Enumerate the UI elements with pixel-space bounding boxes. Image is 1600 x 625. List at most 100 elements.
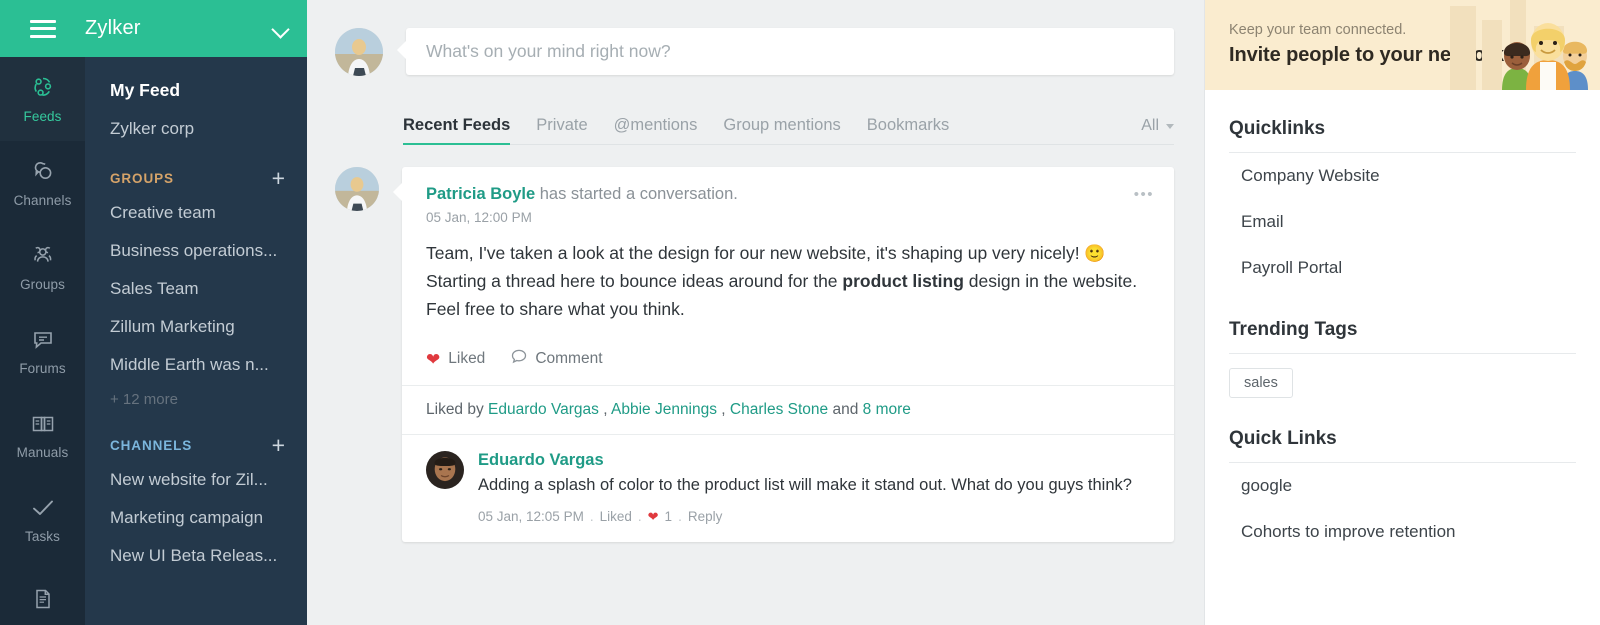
workspace-header: Zylker (85, 0, 307, 57)
post-header: Patricia Boyle has started a conversatio… (426, 185, 1150, 204)
like-button[interactable]: ❤ Liked (426, 350, 485, 368)
like-label: Liked (448, 350, 485, 368)
comment-like-count: 1 (665, 509, 673, 524)
sidebar-item-manuals[interactable]: Manuals (0, 393, 85, 477)
tab-recent-feeds[interactable]: Recent Feeds (403, 116, 510, 144)
caret-down-icon (1166, 124, 1174, 129)
post-body: ••• Patricia Boyle has started a convers… (402, 167, 1174, 385)
sidebar-item-my-feed[interactable]: My Feed (85, 71, 307, 110)
tab-group-mentions[interactable]: Group mentions (723, 116, 840, 144)
sidebar-item-label: Channels (14, 193, 72, 208)
page-title: Zylker (85, 17, 273, 40)
section-quicklinks: Quicklinks Company Website Email Payroll… (1205, 90, 1600, 291)
sidebar-panel: Zylker My Feed Zylker corp GROUPS + Crea… (85, 0, 307, 625)
sidebar-section-groups: GROUPS + (85, 148, 307, 194)
more-options-icon[interactable]: ••• (1134, 187, 1154, 202)
sidebar-group-item[interactable]: Business operations... (85, 232, 307, 270)
sidebar-item-groups[interactable]: Groups (0, 225, 85, 309)
heart-filled-icon: ❤ (648, 510, 659, 523)
sidebar-item-label: Groups (20, 277, 65, 292)
sidebar-group-item[interactable]: Middle Earth was n... (85, 346, 307, 384)
quicklink-item[interactable]: Payroll Portal (1229, 245, 1576, 291)
post-actions: ❤ Liked Comment (426, 349, 1150, 369)
feed-filter-dropdown[interactable]: All (1141, 117, 1174, 144)
status-badge[interactable]: sales (1229, 368, 1293, 398)
invite-promo-banner[interactable]: Keep your team connected. Invite people … (1205, 0, 1600, 90)
groups-show-more[interactable]: + 12 more (85, 384, 307, 415)
tab-bookmarks[interactable]: Bookmarks (867, 116, 950, 144)
quick-link-item[interactable]: google (1229, 463, 1576, 509)
post-text-part1: Team, I've taken a look at the design fo… (426, 243, 1084, 263)
comment-button[interactable]: Comment (511, 349, 602, 369)
people-illustration (1410, 0, 1600, 90)
sidebar-item-forums[interactable]: Forums (0, 309, 85, 393)
comment-author[interactable]: Eduardo Vargas (478, 451, 1150, 470)
section-title-groups: GROUPS (110, 171, 174, 186)
section-trending-tags: Trending Tags sales (1205, 291, 1600, 400)
liked-by-name[interactable]: Abbie Jennings (611, 401, 717, 418)
tag-list: sales (1229, 354, 1576, 400)
sidebar-group-item[interactable]: Zillum Marketing (85, 308, 307, 346)
liked-by-more[interactable]: 8 more (863, 401, 911, 418)
sidebar-item-tasks[interactable]: Tasks (0, 477, 85, 561)
liked-by-prefix: Liked by (426, 401, 488, 418)
avatar[interactable] (335, 28, 383, 76)
quicklink-item[interactable]: Company Website (1229, 153, 1576, 199)
manuals-icon (30, 411, 56, 437)
quick-link-item[interactable]: Cohorts to improve retention (1229, 509, 1576, 555)
comment-item: Eduardo Vargas Adding a splash of color … (402, 434, 1174, 542)
sidebar-channel-item[interactable]: Marketing campaign (85, 499, 307, 537)
sidebar-item-pages[interactable] (0, 561, 85, 625)
post-timestamp: 05 Jan, 12:00 PM (426, 210, 1150, 225)
tasks-check-icon (29, 495, 57, 521)
post-text-bold: product listing (842, 271, 964, 291)
section-title: Quick Links (1229, 400, 1576, 462)
avatar[interactable] (335, 167, 379, 211)
comment-like-button[interactable]: Liked (600, 509, 632, 524)
sidebar-channel-item[interactable]: New website for Zil... (85, 461, 307, 499)
pages-icon (30, 586, 56, 612)
liked-by-name[interactable]: Eduardo Vargas (488, 401, 599, 418)
sidebar-item-label: Forums (19, 361, 65, 376)
sidebar-item-zylker-corp[interactable]: Zylker corp (85, 110, 307, 148)
meta-separator: . (590, 509, 594, 524)
composer-bubble (406, 28, 1174, 75)
chevron-down-icon[interactable] (273, 21, 289, 37)
sidebar-item-channels[interactable]: Channels (0, 141, 85, 225)
comment-timestamp: 05 Jan, 12:05 PM (478, 509, 584, 524)
sidebar-scroll[interactable]: My Feed Zylker corp GROUPS + Creative te… (85, 57, 307, 625)
section-title: Trending Tags (1229, 291, 1576, 353)
comment-meta: 05 Jan, 12:05 PM . Liked . ❤ 1 . Reply (478, 509, 1150, 524)
heart-filled-icon: ❤ (426, 351, 440, 368)
comment-bubble-icon (511, 349, 527, 369)
add-channel-plus-icon[interactable]: + (272, 437, 285, 453)
sidebar-item-feeds[interactable]: Feeds (0, 57, 85, 141)
composer-input[interactable] (426, 41, 1154, 62)
icon-rail: Feeds Channels (0, 0, 85, 625)
rail-menu-area (0, 0, 85, 57)
post-author[interactable]: Patricia Boyle (426, 185, 535, 203)
sidebar-group-item[interactable]: Creative team (85, 194, 307, 232)
groups-icon (30, 243, 56, 269)
sidebar-channel-item[interactable]: New UI Beta Releas... (85, 537, 307, 575)
feed-filter-value: All (1141, 117, 1159, 135)
comment-text: Adding a splash of color to the product … (478, 473, 1150, 499)
smiley-emoji-icon: 🙂 (1084, 244, 1105, 263)
sidebar-group-item[interactable]: Sales Team (85, 270, 307, 308)
tab-private[interactable]: Private (536, 116, 587, 144)
comment-reply-button[interactable]: Reply (688, 509, 723, 524)
post-row: ••• Patricia Boyle has started a convers… (307, 145, 1204, 542)
feed-tabs: Recent Feeds Private @mentions Group men… (403, 110, 1174, 145)
liked-by-name[interactable]: Charles Stone (730, 401, 828, 418)
meta-separator: . (678, 509, 682, 524)
sidebar-item-label: Manuals (17, 445, 69, 460)
hamburger-icon[interactable] (30, 20, 56, 38)
tab-mentions[interactable]: @mentions (614, 116, 698, 144)
add-group-plus-icon[interactable]: + (272, 170, 285, 186)
post-action-text: has started a conversation. (535, 185, 738, 203)
comment-label: Comment (535, 350, 602, 368)
liked-by-row: Liked by Eduardo Vargas , Abbie Jennings… (402, 385, 1174, 434)
section-title: Quicklinks (1229, 90, 1576, 152)
quicklink-item[interactable]: Email (1229, 199, 1576, 245)
avatar[interactable] (426, 451, 464, 489)
